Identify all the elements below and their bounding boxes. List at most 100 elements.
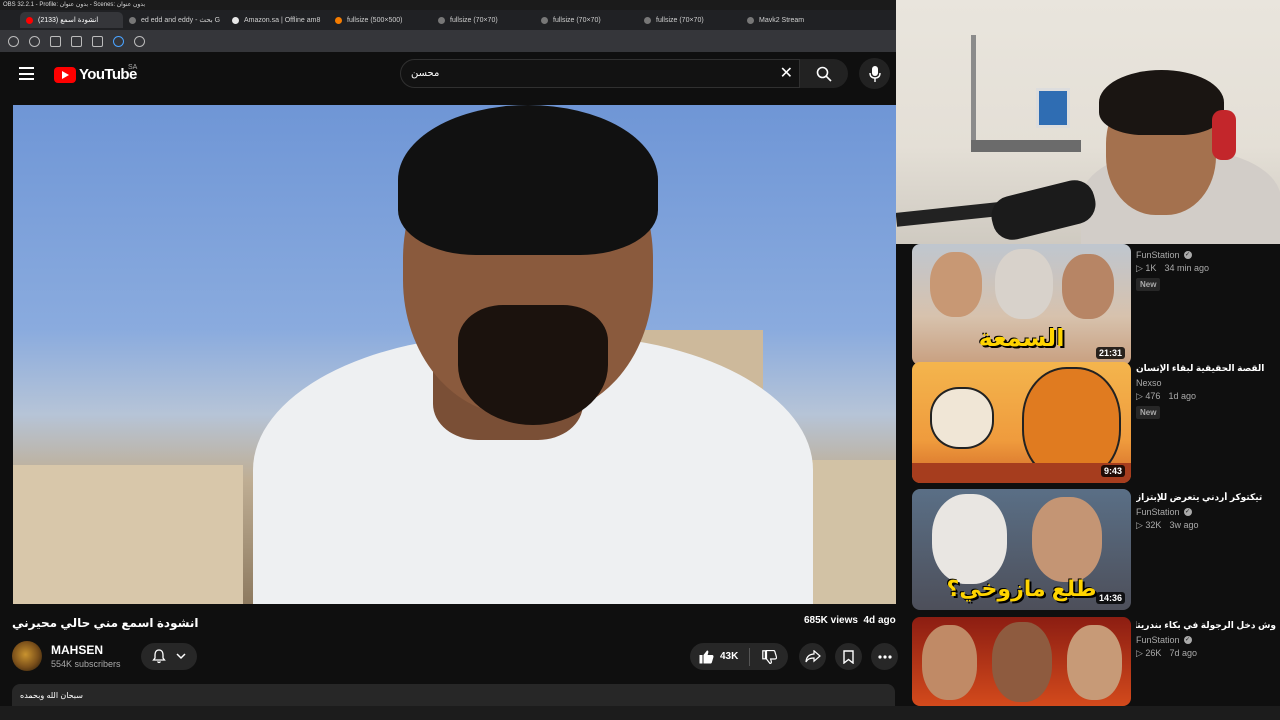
- obs-title: OBS 32.2.1 - Profile: بدون عنوان - Scene…: [3, 2, 146, 8]
- youtube-logo[interactable]: YouTube: [54, 66, 137, 83]
- rec-age: 7d ago: [1169, 648, 1197, 658]
- youtube-play-icon: [54, 66, 76, 83]
- history-icon[interactable]: [29, 35, 40, 47]
- browser-tab-0[interactable]: (2133) انشودة اسمع: [20, 12, 123, 28]
- recommendation-info-3[interactable]: وش دخل الرجولة في بكاء بندريتا ؟ FunStat…: [1136, 620, 1276, 663]
- sync-icon[interactable]: [113, 35, 124, 47]
- obs-title-bar: OBS 32.2.1 - Profile: بدون عنوان - Scene…: [0, 0, 896, 10]
- like-button[interactable]: 43K: [690, 647, 750, 666]
- google-favicon-icon: [129, 16, 136, 24]
- video-duration: 9:43: [1100, 465, 1125, 477]
- desk: [971, 140, 1081, 152]
- image-favicon-icon: [541, 16, 548, 24]
- download-icon[interactable]: [50, 35, 61, 47]
- thumbnail-face: [930, 252, 982, 317]
- thumbnail-ground: [912, 463, 1131, 483]
- rec-channel-name: FunStation: [1136, 250, 1180, 260]
- headset: [1212, 110, 1236, 160]
- recommendation-thumbnail-2[interactable]: طلع مازوخي؟ 14:36: [912, 489, 1131, 610]
- recommendation-thumbnail-3[interactable]: [912, 617, 1131, 706]
- recommendation-thumbnail-1[interactable]: 9:43: [912, 362, 1131, 483]
- wall-poster: [1036, 88, 1070, 128]
- channel-name[interactable]: MAHSEN: [51, 643, 103, 657]
- thumbnail-face: [932, 494, 1007, 584]
- recommendation-info-0[interactable]: FunStation ✓ ▷ 1K 34 min ago New: [1136, 250, 1276, 291]
- recommendation-thumbnail-0[interactable]: السمعة 21:31: [912, 244, 1131, 365]
- browser-tab-6[interactable]: fullsize (70×70): [638, 12, 741, 28]
- image-favicon-icon: [644, 16, 651, 24]
- recommendation-info-1[interactable]: القصة الحقيقية لبقاء الإنسان Nexso ▷ 476…: [1136, 363, 1276, 419]
- rec-channel-name: FunStation: [1136, 507, 1180, 517]
- more-actions-button[interactable]: [871, 643, 898, 670]
- extensions-icon[interactable]: [71, 35, 82, 47]
- rec-age: 3w ago: [1169, 520, 1199, 530]
- thumbnail-face: [992, 622, 1052, 702]
- browser-tab-4[interactable]: fullsize (70×70): [432, 12, 535, 28]
- search-icon: [816, 66, 832, 82]
- verified-icon: ✓: [1183, 508, 1192, 516]
- voice-search-button[interactable]: [859, 58, 890, 89]
- video-player[interactable]: [13, 105, 896, 604]
- youtube-favicon-icon: [26, 16, 33, 24]
- webcam-overlay: [896, 0, 1280, 244]
- browser-tab-strip: (2133) انشودة اسمع ed edd and eddy - بحث…: [0, 10, 896, 30]
- like-dislike-bar: 43K: [690, 643, 788, 670]
- search-query: محسن: [411, 68, 440, 79]
- rec-views: ▷ 26K: [1136, 648, 1162, 658]
- zoom-icon[interactable]: [134, 35, 145, 47]
- thumbnail-face: [995, 249, 1053, 319]
- image-favicon-icon: [438, 16, 445, 24]
- image-favicon-icon: [335, 16, 342, 24]
- bell-icon: [152, 649, 166, 664]
- subscriber-count: 554K subscribers: [51, 659, 121, 669]
- thumbnail-face: [1067, 625, 1122, 700]
- new-badge: New: [1136, 278, 1161, 291]
- youtube-header: YouTube SA محسن ✕: [0, 52, 896, 97]
- new-badge: New: [1136, 406, 1161, 419]
- bookmark-icon: [843, 649, 854, 664]
- recommendation-info-2[interactable]: تيكتوكر أردني يتعرض للإبتزاز FunStation ✓…: [1136, 492, 1276, 535]
- rec-age: 1d ago: [1168, 391, 1196, 401]
- country-code: SA: [128, 64, 138, 71]
- thumbnail-face: [1032, 497, 1102, 582]
- rec-channel-name: Nexso: [1136, 378, 1162, 388]
- streamer-hair: [1099, 70, 1224, 135]
- close-icon[interactable]: ✕: [780, 63, 793, 83]
- cartoon-caveman: [930, 387, 994, 449]
- browser-tab-5[interactable]: fullsize (70×70): [535, 12, 638, 28]
- thumbs-up-icon: [699, 650, 714, 663]
- share-icon: [804, 650, 821, 663]
- dislike-button[interactable]: [750, 649, 788, 664]
- browser-tab-2[interactable]: Amazon.sa | Offline am8: [226, 12, 329, 28]
- thumbs-down-icon: [761, 649, 777, 664]
- menu-icon[interactable]: [19, 67, 34, 80]
- notification-button[interactable]: [141, 643, 197, 670]
- like-count: 43K: [720, 651, 739, 662]
- amazon-favicon-icon: [232, 16, 239, 24]
- description-text: سبحان الله وبحمده: [20, 691, 83, 700]
- rec-age: 34 min ago: [1164, 263, 1209, 273]
- channel-avatar[interactable]: [12, 641, 42, 671]
- thumbnail-face: [1062, 254, 1114, 319]
- bookmark-star-icon[interactable]: [92, 35, 103, 47]
- browser-tab-7[interactable]: Mavk2 Stream: [741, 12, 844, 28]
- browser-tab-1[interactable]: ed edd and eddy - بحث G: [123, 12, 226, 28]
- rec-views: ▷ 1K: [1136, 263, 1157, 273]
- verified-icon: ✓: [1183, 251, 1192, 259]
- browser-toolbar: [0, 30, 896, 52]
- search-button[interactable]: [800, 59, 848, 88]
- video-meta: 685K views 4d ago: [804, 615, 896, 626]
- background-buildings: [13, 465, 243, 604]
- video-duration: 14:36: [1095, 592, 1125, 604]
- share-button[interactable]: [799, 643, 826, 670]
- more-horizontal-icon: [877, 654, 892, 659]
- person-hair: [398, 105, 658, 255]
- rec-title: وش دخل الرجولة في بكاء بندريتا ؟: [1136, 620, 1276, 630]
- rec-views: ▷ 476: [1136, 391, 1161, 401]
- save-button[interactable]: [835, 643, 862, 670]
- search-input[interactable]: محسن ✕: [400, 59, 800, 88]
- profile-icon[interactable]: [8, 35, 19, 47]
- browser-tab-3[interactable]: fullsize (500×500): [329, 12, 432, 28]
- os-taskbar: [0, 706, 1280, 720]
- upload-age: 4d ago: [863, 615, 896, 626]
